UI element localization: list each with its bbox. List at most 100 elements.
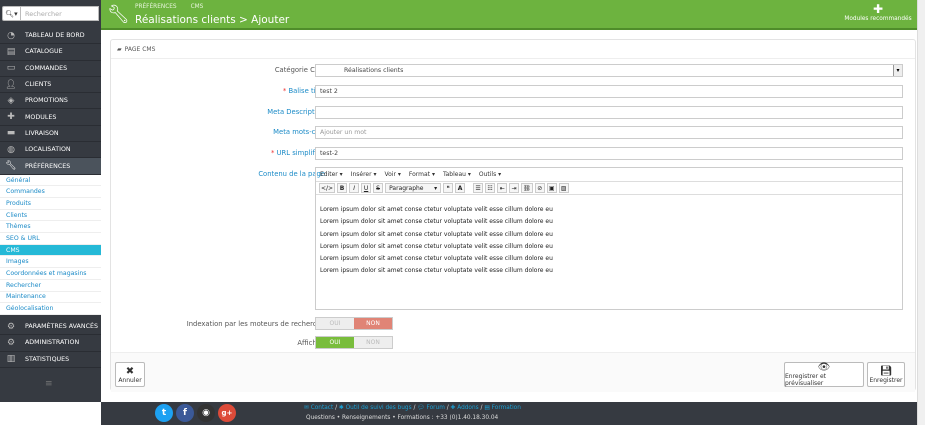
sub-item-seo-url[interactable]: SEO & URL <box>0 233 101 245</box>
nav-item-preferences[interactable]: 🔧︎ PRÉFÉRENCES <box>0 158 101 175</box>
nav-item-administration[interactable]: ⚙ ADMINISTRATION <box>0 335 101 352</box>
breadcrumb-cms[interactable]: CMS <box>191 4 204 10</box>
format-select[interactable]: Paragraphe ▾ <box>385 183 442 193</box>
sub-item-images[interactable]: Images <box>0 256 101 269</box>
nav-item-dashboard[interactable]: ◔ TABLEAU DE BORD <box>0 28 101 45</box>
nav-item-shipping[interactable]: ▬ LIVRAISON <box>0 126 101 143</box>
category-select[interactable]: Réalisations clients ▾ <box>315 64 903 77</box>
editor-line: Lorem ipsum dolor sit amet conse ctetur … <box>320 242 553 250</box>
sub-item-general[interactable]: Général <box>0 175 101 187</box>
nav-item-statistics[interactable]: ▥ STATISTIQUES <box>0 352 101 368</box>
sub-item-products[interactable]: Produits <box>0 198 101 210</box>
eye-icon: 👁︎ <box>817 362 831 373</box>
google-plus-icon[interactable]: g+ <box>218 404 236 422</box>
outdent-icon[interactable]: ⇤ <box>497 183 508 193</box>
sub-item-themes[interactable]: Thèmes <box>0 221 101 234</box>
footer-bar: t f ◉ g+ ✉ Contact / ✱ Outil de suivi de… <box>101 402 917 425</box>
strikethrough-icon[interactable]: S <box>373 183 384 193</box>
facebook-icon[interactable]: f <box>176 404 194 422</box>
media-icon[interactable]: ▣ <box>546 183 557 193</box>
text-color-icon[interactable]: A <box>455 183 466 193</box>
page-scrollbar[interactable] <box>917 0 925 425</box>
title-input[interactable]: test 2 <box>315 85 903 98</box>
nav-item-advanced-parameters[interactable]: ⚙ PARAMÈTRES AVANCÉS <box>0 319 101 336</box>
save-button[interactable]: 💾︎ Enregistrer <box>867 362 905 387</box>
menu-view[interactable]: Voir ▾ <box>385 171 401 178</box>
sub-item-orders[interactable]: Commandes <box>0 186 101 199</box>
dashboard-icon: ◔ <box>7 30 15 41</box>
cms-page-panel: ▰ PAGE CMS Catégorie CMS Réalisations cl… <box>110 39 916 392</box>
sub-item-geolocation[interactable]: Géolocalisation <box>0 303 101 315</box>
nav-item-catalog[interactable]: ▤ CATALOGUE <box>0 44 101 61</box>
wrench-icon: 🔧︎ <box>5 161 17 172</box>
version-info: PrestaShop™ 1.6.0.6 · ⏲ 0.143s <box>3 409 80 424</box>
displayed-yes[interactable]: OUI <box>316 337 354 348</box>
orders-icon: ▭ <box>6 63 16 74</box>
menu-edit[interactable]: Editer ▾ <box>320 171 343 178</box>
sub-item-cms[interactable]: CMS <box>0 244 101 257</box>
numbered-list-icon[interactable]: ☷ <box>485 183 496 193</box>
twitter-icon[interactable]: t <box>155 404 173 422</box>
nav-item-orders[interactable]: ▭ COMMANDES <box>0 61 101 77</box>
search-dropdown-button[interactable]: 🔍︎▾ <box>2 6 21 21</box>
forum-link[interactable]: Forum <box>426 405 444 411</box>
main-nav: ◔ TABLEAU DE BORD ▤ CATALOGUE ▭ COMMANDES 👤… <box>0 28 101 315</box>
italic-icon[interactable]: I <box>349 183 360 193</box>
editor-content[interactable]: Lorem ipsum dolor sit amet conse ctetur … <box>316 195 902 278</box>
recommended-modules-label: Modules recommandés <box>844 16 912 22</box>
bug-icon: ✱ <box>338 405 344 411</box>
displayed-no[interactable]: NON <box>354 337 392 348</box>
footer-contact-line: Questions • Renseignements • Formations … <box>306 415 499 421</box>
page-title: Réalisations clients > Ajouter <box>135 14 290 26</box>
sub-item-contacts-stores[interactable]: Coordonnées et magasins <box>0 268 101 280</box>
promotions-icon: ◈ <box>7 95 15 106</box>
page-header: 🔧︎ PRÉFÉRENCES CMS Réalisations clients … <box>101 0 917 30</box>
collapse-menu-icon[interactable]: ≡ <box>45 379 53 389</box>
editor-toolbar: </> B I U S Paragraphe ▾ ❝ A ☰ ☷ ⇤ ⇥ ⛓ ⊘ … <box>316 182 902 195</box>
nav-item-modules[interactable]: ✚ MODULES <box>0 109 101 126</box>
search-bar: 🔍︎▾ Rechercher <box>2 6 99 21</box>
indent-icon[interactable]: ⇥ <box>509 183 520 193</box>
save-and-preview-button[interactable]: 👁︎ Enregistrer et prévisualiser <box>784 362 864 387</box>
meta-keywords-input[interactable]: Ajouter un mot <box>315 126 903 139</box>
social-links: t f ◉ g+ <box>155 404 236 422</box>
training-link[interactable]: Formation <box>492 405 521 411</box>
shipping-icon: ▬ <box>6 128 16 139</box>
menu-format[interactable]: Format ▾ <box>409 171 435 178</box>
rich-text-editor: Editer ▾ Insérer ▾ Voir ▾ Format ▾ Table… <box>315 167 903 310</box>
bullet-list-icon[interactable]: ☰ <box>473 183 484 193</box>
breadcrumb-preferences[interactable]: PRÉFÉRENCES <box>135 4 177 10</box>
link-icon[interactable]: ⛓ <box>521 183 533 193</box>
nav-item-localization[interactable]: ◍ LOCALISATION <box>0 142 101 159</box>
sub-item-search[interactable]: Rechercher <box>0 280 101 292</box>
breadcrumb: PRÉFÉRENCES CMS <box>135 4 203 10</box>
underline-icon[interactable]: U <box>361 183 372 193</box>
search-input[interactable]: Rechercher <box>21 6 99 21</box>
displayed-toggle: OUI NON <box>315 336 393 349</box>
sidebar: 🔍︎▾ Rechercher ◔ TABLEAU DE BORD ▤ CATALOG… <box>0 0 101 424</box>
url-input[interactable]: test-2 <box>315 147 903 160</box>
menu-insert[interactable]: Insérer ▾ <box>351 171 377 178</box>
folder-icon: ▰ <box>117 46 122 53</box>
blockquote-icon[interactable]: ❝ <box>443 183 454 193</box>
sub-item-maintenance[interactable]: Maintenance <box>0 292 101 304</box>
bold-icon[interactable]: B <box>337 183 348 193</box>
addons-link[interactable]: Addons <box>457 405 478 411</box>
unlink-icon[interactable]: ⊘ <box>534 183 545 193</box>
github-icon[interactable]: ◉ <box>197 404 215 422</box>
menu-table[interactable]: Tableau ▾ <box>443 171 471 178</box>
cancel-button[interactable]: ✖ Annuler <box>115 362 145 387</box>
source-code-icon[interactable]: </> <box>319 183 336 193</box>
sub-item-customers[interactable]: Clients <box>0 210 101 222</box>
recommended-modules-button[interactable]: ✚ Modules recommandés <box>843 3 913 23</box>
nav-item-promotions[interactable]: ◈ PROMOTIONS <box>0 93 101 110</box>
indexation-label: Indexation par les moteurs de recherche <box>186 320 325 328</box>
nav-item-customers[interactable]: 👤︎ CLIENTS <box>0 77 101 94</box>
meta-description-input[interactable] <box>315 106 903 119</box>
bug-tracker-link[interactable]: Outil de suivi des bugs <box>346 405 412 411</box>
contact-link[interactable]: Contact <box>311 405 334 411</box>
indexation-no[interactable]: NON <box>354 318 392 329</box>
image-icon[interactable]: ▨ <box>558 183 569 193</box>
indexation-yes[interactable]: OUI <box>316 318 354 329</box>
menu-tools[interactable]: Outils ▾ <box>479 171 501 178</box>
